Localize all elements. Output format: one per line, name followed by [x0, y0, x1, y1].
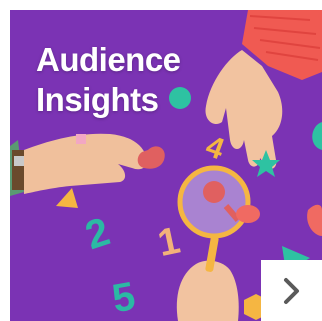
next-button[interactable] — [261, 260, 322, 321]
card-title-line-2: Insights — [36, 81, 159, 118]
card-title: Audience Insights — [36, 40, 181, 120]
card-title-line-1: Audience — [36, 41, 181, 78]
promo-card[interactable]: 2 1 4 5 Audience Insights — [10, 10, 322, 321]
chevron-right-icon — [283, 277, 299, 304]
